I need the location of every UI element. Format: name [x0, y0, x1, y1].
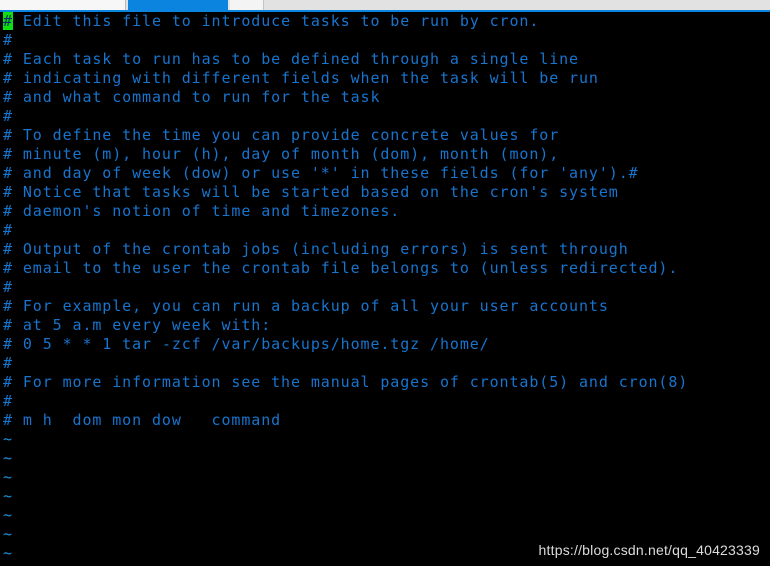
editor-line[interactable]: # daemon's notion of time and timezones.: [0, 202, 770, 221]
editor-line-text: #: [3, 392, 13, 410]
editor-line[interactable]: # m h dom mon dow command: [0, 411, 770, 430]
editor-line-text: # minute (m), hour (h), day of month (do…: [3, 145, 560, 163]
editor-line[interactable]: #: [0, 107, 770, 126]
editor-line[interactable]: # and day of week (dow) or use '*' in th…: [0, 164, 770, 183]
editor-line[interactable]: #: [0, 221, 770, 240]
editor-line-text: # and day of week (dow) or use '*' in th…: [3, 164, 639, 182]
editor-line-text: # To define the time you can provide con…: [3, 126, 560, 144]
watermark-text: https://blog.csdn.net/qq_40423339: [538, 542, 760, 558]
editor-line[interactable]: #: [0, 354, 770, 373]
empty-line-marker: ~: [3, 430, 13, 448]
text-cursor: #: [3, 12, 13, 30]
editor-line-text: # m h dom mon dow command: [3, 411, 282, 429]
editor-line[interactable]: # and what command to run for the task: [0, 88, 770, 107]
terminal-window[interactable]: # Edit this file to introduce tasks to b…: [0, 12, 770, 566]
editor-line-text: # For example, you can run a backup of a…: [3, 297, 609, 315]
editor-line-text: #: [3, 278, 13, 296]
editor-line[interactable]: # indicating with different fields when …: [0, 69, 770, 88]
editor-line[interactable]: # at 5 a.m every week with:: [0, 316, 770, 335]
editor-line-text: #: [3, 354, 13, 372]
editor-line-text: # Output of the crontab jobs (including …: [3, 240, 629, 258]
tab-bar-empty-area: [265, 0, 770, 10]
editor-line[interactable]: # To define the time you can provide con…: [0, 126, 770, 145]
editor-line-text: # at 5 a.m every week with:: [3, 316, 272, 334]
editor-line[interactable]: # For more information see the manual pa…: [0, 373, 770, 392]
editor-line-text: # 0 5 * * 1 tar -zcf /var/backups/home.t…: [3, 335, 490, 353]
editor-line-text: #: [3, 31, 13, 49]
editor-line[interactable]: #: [0, 278, 770, 297]
editor-line-text: # Each task to run has to be defined thr…: [3, 50, 579, 68]
empty-line-marker: ~: [3, 449, 13, 467]
editor-line-text: # daemon's notion of time and timezones.: [3, 202, 401, 220]
browser-tab-active[interactable]: [128, 0, 228, 10]
editor-line-text: # email to the user the crontab file bel…: [3, 259, 679, 277]
editor-line[interactable]: # Notice that tasks will be started base…: [0, 183, 770, 202]
editor-line[interactable]: #: [0, 31, 770, 50]
editor-line-text: Edit this file to introduce tasks to be …: [12, 12, 540, 30]
editor-line[interactable]: #: [0, 392, 770, 411]
empty-line-marker: ~: [3, 468, 13, 486]
editor-line[interactable]: # For example, you can run a backup of a…: [0, 297, 770, 316]
editor-line-text: #: [3, 107, 13, 125]
editor-line-text: # and what command to run for the task: [3, 88, 381, 106]
editor-line-text: # For more information see the manual pa…: [3, 373, 689, 391]
editor-line[interactable]: # 0 5 * * 1 tar -zcf /var/backups/home.t…: [0, 335, 770, 354]
window-tab-bar: [0, 0, 770, 12]
browser-tab-inactive-right[interactable]: [230, 0, 264, 10]
editor-line[interactable]: # Output of the crontab jobs (including …: [0, 240, 770, 259]
editor-line[interactable]: # Each task to run has to be defined thr…: [0, 50, 770, 69]
editor-line[interactable]: # email to the user the crontab file bel…: [0, 259, 770, 278]
editor-line-text: # indicating with different fields when …: [3, 69, 599, 87]
editor-line[interactable]: # Edit this file to introduce tasks to b…: [0, 12, 770, 31]
editor-line[interactable]: # minute (m), hour (h), day of month (do…: [0, 145, 770, 164]
editor-text-buffer[interactable]: # Edit this file to introduce tasks to b…: [0, 12, 770, 563]
editor-line-text: # Notice that tasks will be started base…: [3, 183, 619, 201]
empty-line-marker: ~: [3, 487, 13, 505]
browser-tab-inactive-left[interactable]: [0, 0, 126, 10]
editor-line-text: #: [3, 221, 13, 239]
empty-line-marker: ~: [3, 506, 13, 524]
